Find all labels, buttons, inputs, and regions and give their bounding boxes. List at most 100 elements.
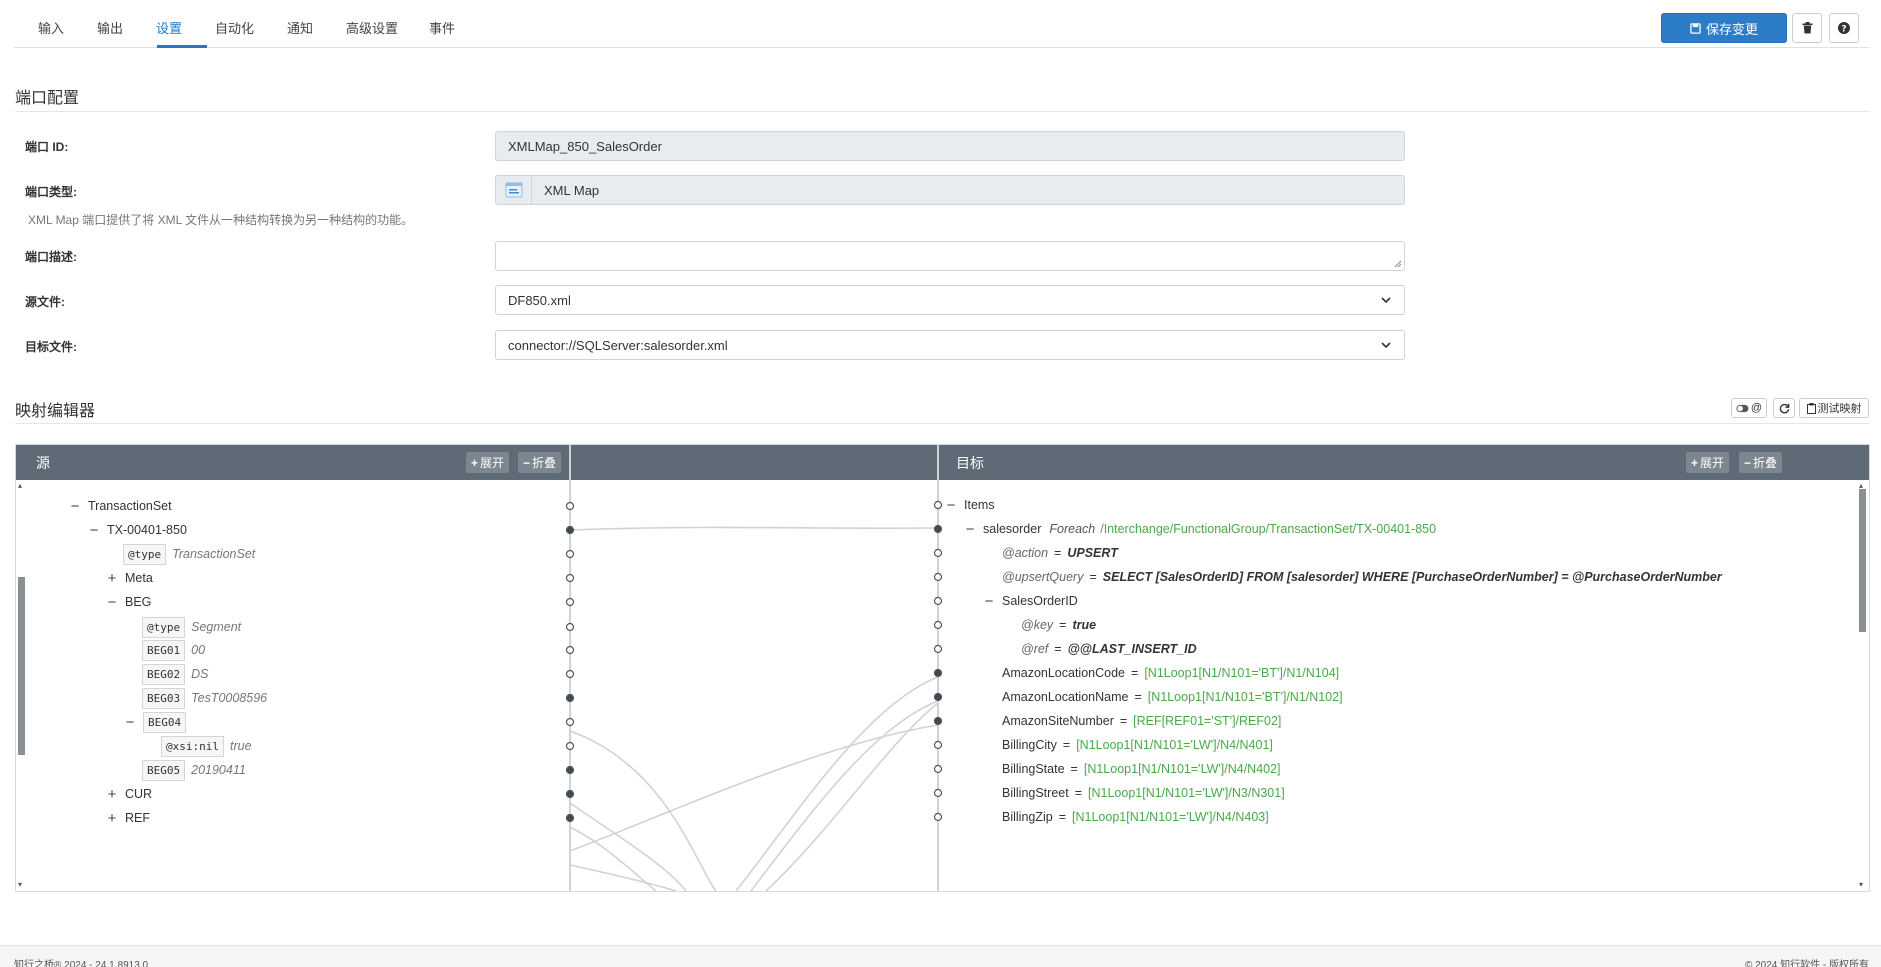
target-anchor (933, 740, 943, 750)
port-type-help: XML Map 端口提供了将 XML 文件从一种结构转换为另一种结构的功能。 (28, 213, 414, 227)
save-button[interactable]: 保存变更 (1661, 13, 1787, 43)
source-attr-type[interactable]: @type Segment (142, 615, 241, 639)
target-node-salesorderid[interactable]: − SalesOrderID (982, 589, 1078, 613)
xml-map-icon (496, 176, 532, 204)
mapping-connections (565, 500, 943, 891)
collapse-toggle-icon[interactable]: − (982, 593, 996, 610)
delete-button[interactable] (1792, 13, 1822, 43)
node-label: AmazonSiteNumber (1002, 714, 1114, 728)
target-anchor (933, 548, 943, 558)
target-file-select[interactable]: connector://SQLServer:salesorder.xml (495, 330, 1405, 360)
equals-sign: = (1074, 786, 1083, 800)
target-attr-key[interactable]: @key = true (1021, 613, 1096, 637)
target-node-salesorder[interactable]: − salesorder Foreach /Interchange/Functi… (963, 517, 1436, 541)
source-attr-xsi-nil[interactable]: @xsi:nil true (161, 734, 252, 758)
source-node-cur[interactable]: + CUR (105, 782, 152, 806)
node-chip: BEG01 (142, 639, 186, 661)
equals-sign: = (1070, 762, 1078, 776)
refresh-button[interactable] (1773, 398, 1795, 418)
tab-automation[interactable]: 自动化 (215, 18, 254, 37)
target-anchor (933, 620, 943, 630)
source-node-transactionset[interactable]: − TransactionSet (68, 494, 172, 518)
tab-settings[interactable]: 设置 (156, 18, 182, 37)
collapse-toggle-icon[interactable]: − (944, 497, 958, 514)
source-anchor (565, 693, 575, 703)
source-anchor (565, 741, 575, 751)
target-node-items[interactable]: − Items (944, 493, 995, 517)
expand-toggle-icon[interactable]: + (105, 786, 119, 803)
collapse-toggle-icon[interactable]: − (963, 521, 977, 538)
source-anchor (565, 525, 575, 535)
attr-value: @@LAST_INSERT_ID (1067, 642, 1197, 656)
top-tab-bar: 输入 输出 设置 自动化 通知 高级设置 事件 (14, 0, 1869, 48)
source-node-tx[interactable]: − TX-00401-850 (87, 518, 187, 542)
source-anchor (565, 573, 575, 583)
source-anchor (565, 549, 575, 559)
target-node-amazonsitenumber[interactable]: AmazonSiteNumber = [REF[REF01='ST']/REF0… (1002, 709, 1281, 733)
scroll-down-icon[interactable]: ▾ (18, 880, 22, 889)
port-type-label: 端口类型: (25, 185, 77, 199)
port-desc-label: 端口描述: (25, 250, 77, 264)
target-node-billingzip[interactable]: BillingZip = [N1Loop1[N1/N101='LW']/N4/N… (1002, 805, 1269, 829)
node-label: AmazonLocationCode (1002, 666, 1125, 680)
attr-value: SELECT [SalesOrderID] FROM [salesorder] … (1102, 570, 1722, 584)
source-node-beg04[interactable]: − BEG04 (123, 710, 192, 734)
section-divider (15, 111, 1870, 112)
collapse-toggle-icon[interactable]: − (87, 522, 101, 539)
target-scrollbar[interactable] (1859, 489, 1866, 632)
source-node-beg01[interactable]: BEG01 00 (142, 638, 205, 662)
tab-advanced[interactable]: 高级设置 (346, 18, 398, 37)
tab-notifications[interactable]: 通知 (287, 18, 313, 37)
target-node-billingcity[interactable]: BillingCity = [N1Loop1[N1/N101='LW']/N4/… (1002, 733, 1273, 757)
expand-toggle-icon[interactable]: + (105, 570, 119, 587)
tab-events[interactable]: 事件 (429, 18, 455, 37)
attr-value: true (1072, 618, 1097, 632)
node-value: 00 (191, 643, 206, 657)
tab-output[interactable]: 输出 (97, 18, 123, 37)
source-attr-type[interactable]: @type TransactionSet (123, 542, 255, 566)
attr-value: UPSERT (1067, 546, 1118, 560)
mapping-editor: 源 + 展开 − 折叠 目标 + 展开 − 折叠 ▴ ▾ ▴ ▾ − Trans… (15, 444, 1870, 892)
source-node-ref[interactable]: + REF (105, 806, 150, 830)
port-id-field[interactable]: XMLMap_850_SalesOrder (495, 131, 1405, 161)
scroll-up-icon[interactable]: ▴ (18, 481, 22, 490)
node-label: REF (125, 811, 150, 825)
scroll-down-icon[interactable]: ▾ (1859, 880, 1863, 889)
node-label: Items (964, 498, 995, 512)
collapse-toggle-icon[interactable]: − (105, 594, 119, 611)
refresh-icon (1779, 403, 1789, 413)
target-node-billingstate[interactable]: BillingState = [N1Loop1[N1/N101='LW']/N4… (1002, 757, 1281, 781)
node-label: BillingState (1002, 762, 1065, 776)
source-node-beg02[interactable]: BEG02 DS (142, 662, 209, 686)
target-anchor (933, 764, 943, 774)
target-node-billingstreet[interactable]: BillingStreet = [N1Loop1[N1/N101='LW']/N… (1002, 781, 1285, 805)
collapse-toggle-icon[interactable]: − (123, 714, 137, 731)
source-node-beg03[interactable]: BEG03 TesT0008596 (142, 686, 267, 710)
source-node-meta[interactable]: + Meta (105, 566, 153, 590)
source-node-beg[interactable]: − BEG (105, 590, 152, 614)
resize-handle-icon[interactable] (1394, 260, 1402, 268)
expand-toggle-icon[interactable]: + (105, 810, 119, 827)
toggle-attributes-label: @ (1750, 402, 1762, 414)
toggle-attributes-button[interactable]: @ (1731, 398, 1767, 418)
port-id-value: XMLMap_850_SalesOrder (508, 138, 662, 154)
node-value: true (229, 739, 252, 753)
source-scrollbar[interactable] (18, 577, 25, 755)
source-anchor (565, 813, 575, 823)
port-desc-textarea[interactable] (495, 241, 1405, 271)
target-node-amazonlocationname[interactable]: AmazonLocationName = [N1Loop1[N1/N101='B… (1002, 685, 1343, 709)
target-anchor (933, 788, 943, 798)
collapse-toggle-icon[interactable]: − (68, 498, 82, 515)
source-node-beg05[interactable]: BEG05 20190411 (142, 758, 246, 782)
target-attr-upsertquery[interactable]: @upsertQuery = SELECT [SalesOrderID] FRO… (1002, 565, 1722, 589)
tab-input[interactable]: 输入 (38, 18, 64, 37)
target-attr-action[interactable]: @action = UPSERT (1002, 541, 1118, 565)
target-node-amazonlocationcode[interactable]: AmazonLocationCode = [N1Loop1[N1/N101='B… (1002, 661, 1339, 685)
test-mapping-button[interactable]: 测试映射 (1799, 398, 1869, 418)
node-chip: BEG04 (143, 711, 187, 733)
help-button[interactable]: ? (1829, 13, 1859, 43)
source-anchor (565, 501, 575, 511)
target-attr-ref[interactable]: @ref = @@LAST_INSERT_ID (1021, 637, 1197, 661)
test-mapping-label: 测试映射 (1817, 403, 1862, 415)
source-file-select[interactable]: DF850.xml (495, 285, 1405, 315)
